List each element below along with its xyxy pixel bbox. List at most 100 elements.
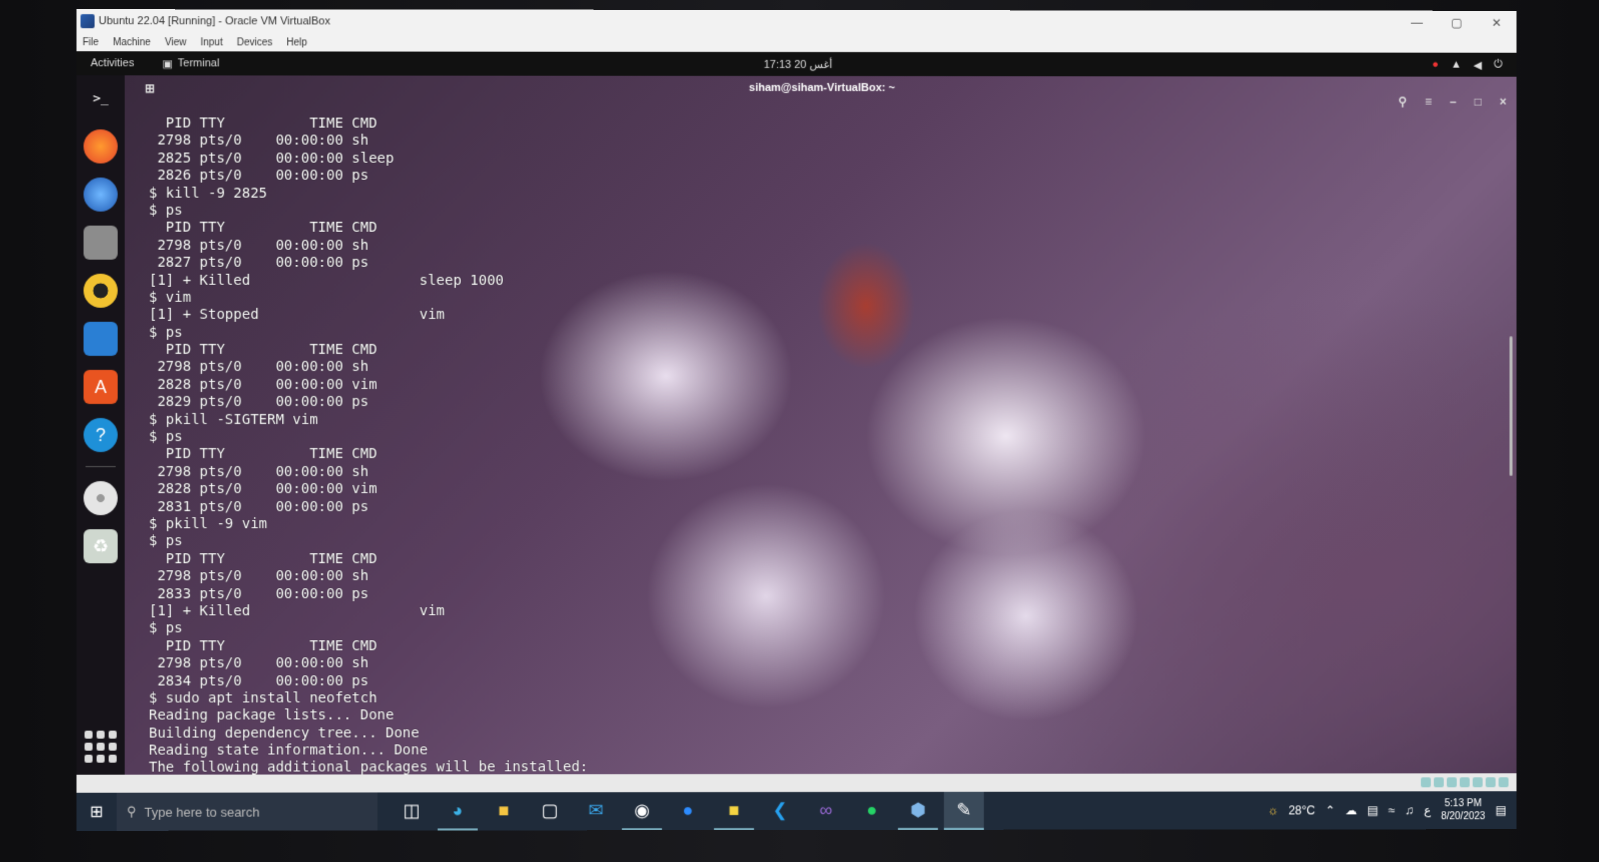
maximize-icon[interactable]: □: [1474, 95, 1481, 109]
trash-icon[interactable]: ♻: [83, 529, 118, 564]
input-language[interactable]: ع: [1424, 803, 1431, 817]
search-icon[interactable]: ⚲: [1398, 95, 1407, 109]
file-explorer-icon[interactable]: ■: [484, 792, 524, 830]
optical-status-icon[interactable]: [1433, 777, 1444, 788]
terminal-line: $ pkill -SIGTERM vim: [148, 411, 318, 428]
notepad-icon[interactable]: ▢: [530, 792, 570, 830]
terminal-line: $ kill -9 2825: [148, 185, 268, 202]
zoom-icon[interactable]: ●: [668, 792, 708, 830]
show-applications-icon[interactable]: [84, 730, 117, 763]
terminal-dock-icon[interactable]: >_: [84, 81, 118, 115]
shared-folder-status-icon[interactable]: [1472, 777, 1483, 788]
terminal-line: [1] + Stopped vim: [148, 307, 445, 324]
ubuntu-system-tray[interactable]: ● ▲ ◀ ⏻: [1432, 58, 1502, 71]
software-center-icon[interactable]: A: [83, 369, 118, 404]
scrollbar-thumb[interactable]: [1509, 336, 1513, 476]
menu-file[interactable]: File: [83, 37, 99, 48]
ubuntu-dock: >_ A ? ♻: [76, 75, 125, 775]
taskbar-search-box[interactable]: ⚲ Type here to search: [116, 792, 378, 831]
usb-status-icon[interactable]: [1459, 777, 1470, 788]
terminal-line: 2828 pts/0 00:00:00 vim: [148, 481, 378, 498]
ubuntu-vm-taskbar-icon[interactable]: ✎: [943, 791, 984, 830]
network-status-icon[interactable]: [1446, 777, 1457, 788]
vbox-window-title: Ubuntu 22.04 [Running] - Oracle VM Virtu…: [98, 15, 331, 28]
ubuntu-clock[interactable]: 17:13 20 أغس: [764, 57, 833, 70]
thunderbird-icon[interactable]: [83, 177, 118, 212]
terminal-line: Building dependency tree... Done: [148, 725, 420, 742]
obs-icon[interactable]: ◉: [621, 792, 662, 831]
terminal-line: 2828 pts/0 00:00:00 vim: [148, 376, 378, 393]
minimize-icon[interactable]: —: [1397, 11, 1437, 35]
help-icon[interactable]: ?: [83, 417, 118, 453]
weather-icon[interactable]: ☼: [1268, 803, 1279, 817]
taskbar-time: 5:13 PM: [1444, 798, 1482, 810]
terminal-line: $ pkill -9 vim: [148, 516, 268, 533]
search-icon: ⚲: [126, 803, 137, 819]
activities-button[interactable]: Activities: [91, 57, 135, 69]
terminal-window[interactable]: ⊞ siham@siham-VirtualBox: ~ ⚲ ≡ – □ × PI…: [124, 75, 1517, 776]
optical-disc-icon[interactable]: [83, 481, 118, 516]
app-menu-label: Terminal: [177, 57, 220, 70]
terminal-line: 2826 pts/0 00:00:00 ps: [148, 167, 369, 184]
terminal-line: [1] + Killed sleep 1000: [148, 272, 504, 289]
menu-machine[interactable]: Machine: [113, 37, 151, 48]
minimize-icon[interactable]: –: [1450, 95, 1457, 109]
close-icon[interactable]: ✕: [1477, 11, 1517, 35]
terminal-line: Reading state information... Done: [148, 742, 428, 759]
terminal-line: PID TTY TIME CMD: [148, 341, 378, 359]
terminal-line: PID TTY TIME CMD: [148, 219, 378, 237]
app-menu-terminal[interactable]: ▣ Terminal: [162, 57, 219, 70]
terminal-app-icon: ▣: [162, 57, 173, 70]
hamburger-menu-icon[interactable]: ≡: [1425, 95, 1432, 109]
taskbar-clock[interactable]: 5:13 PM 8/20/2023: [1441, 797, 1485, 823]
virtualbox-taskbar-icon[interactable]: ⬢: [897, 791, 938, 830]
windows-taskbar: ⊞ ⚲ Type here to search ◫ ◕ ■ ▢ ✉ ◉ ● ■ …: [76, 791, 1517, 831]
network-icon[interactable]: ▤: [1367, 803, 1378, 817]
terminal-line: 2833 pts/0 00:00:00 ps: [148, 585, 369, 602]
volume-icon[interactable]: ♫: [1405, 803, 1414, 817]
new-tab-icon[interactable]: ⊞: [145, 81, 155, 95]
terminal-line: 2834 pts/0 00:00:00 ps: [148, 672, 369, 690]
close-icon[interactable]: ×: [1500, 95, 1507, 109]
windows-start-icon[interactable]: ⊞: [77, 793, 117, 831]
menu-view[interactable]: View: [165, 37, 187, 48]
terminal-line: 2798 pts/0 00:00:00 sh: [148, 237, 369, 254]
terminal-line: $ ps: [148, 202, 183, 219]
onedrive-icon[interactable]: ☁: [1345, 803, 1357, 817]
hdd-status-icon[interactable]: [1420, 777, 1431, 788]
menu-devices[interactable]: Devices: [237, 37, 273, 48]
libreoffice-writer-icon[interactable]: [83, 321, 118, 356]
keyboard-capture-icon[interactable]: [1498, 777, 1509, 788]
ubuntu-desktop: Activities ▣ Terminal 17:13 20 أغس ● ▲ ◀…: [76, 51, 1517, 776]
edge-icon[interactable]: ◕: [437, 792, 478, 831]
mail-icon[interactable]: ✉: [576, 792, 616, 830]
terminal-line: PID TTY TIME CMD: [148, 446, 378, 463]
terminal-line: $ ps: [148, 620, 183, 637]
whatsapp-icon[interactable]: ●: [852, 792, 892, 830]
weather-temp[interactable]: 28°C: [1288, 803, 1315, 817]
menu-help[interactable]: Help: [287, 37, 308, 48]
volume-icon: ◀: [1473, 59, 1482, 72]
task-view-icon[interactable]: ◫: [392, 792, 432, 830]
display-status-icon[interactable]: [1485, 777, 1496, 788]
vbox-titlebar: Ubuntu 22.04 [Running] - Oracle VM Virtu…: [76, 9, 1517, 35]
chevron-up-icon[interactable]: ⌃: [1325, 803, 1335, 817]
power-icon: ⏻: [1493, 58, 1503, 71]
terminal-header: ⊞ siham@siham-VirtualBox: ~ ⚲ ≡ – □ ×: [125, 75, 1517, 116]
visual-studio-icon[interactable]: ∞: [806, 792, 846, 830]
terminal-line: [1] + Killed vim: [148, 603, 445, 620]
vscode-icon[interactable]: ❮: [760, 792, 800, 830]
menu-input[interactable]: Input: [200, 37, 222, 48]
terminal-line: PID TTY TIME CMD: [148, 637, 378, 655]
rhythmbox-icon[interactable]: [83, 273, 118, 308]
terminal-line: 2827 pts/0 00:00:00 ps: [148, 254, 369, 271]
maximize-icon[interactable]: ▢: [1437, 11, 1477, 35]
notifications-icon[interactable]: ▤: [1495, 803, 1506, 817]
files-icon[interactable]: [83, 225, 118, 260]
terminal-output[interactable]: PID TTY TIME CMD 2798 pts/0 00:00:00 sh …: [148, 115, 1517, 776]
terminal-line: PID TTY TIME CMD: [148, 550, 378, 568]
sticky-notes-icon[interactable]: ■: [713, 792, 754, 831]
wifi-icon[interactable]: ≈: [1388, 803, 1395, 817]
firefox-icon[interactable]: [83, 129, 118, 164]
terminal-line: 2798 pts/0 00:00:00 sh: [148, 655, 369, 672]
